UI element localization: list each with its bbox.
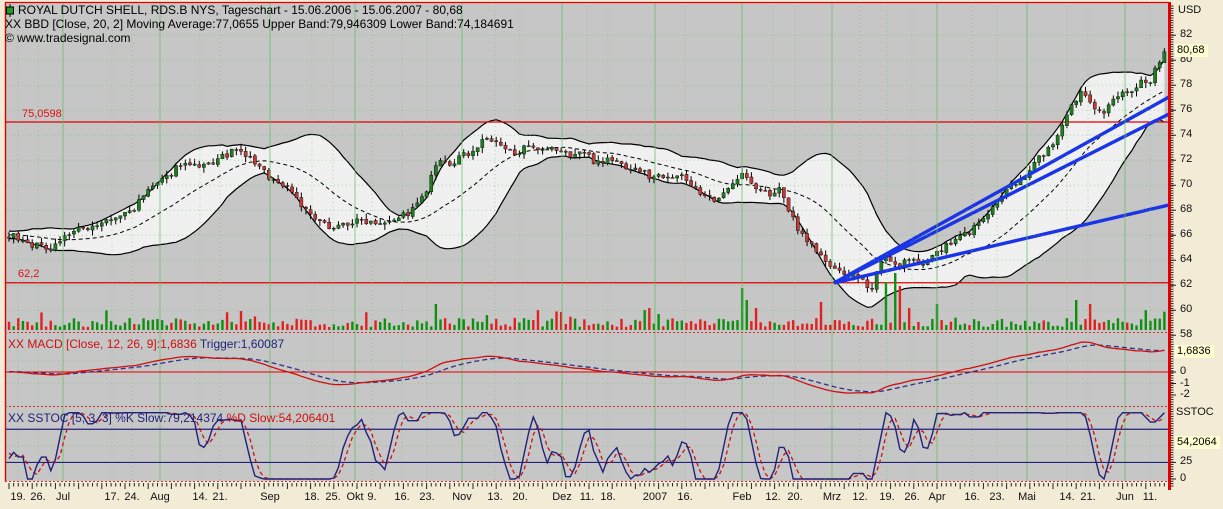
price-axis-label: 64 (1180, 253, 1192, 265)
sstoc-panel-header: XX SSTOC [5, 3, 3] %K Slow:79,214374 %D … (8, 411, 335, 425)
time-axis-label: 11. (580, 491, 594, 503)
time-axis-label: 23. (989, 491, 1004, 503)
level-line-label: 75,0598 (22, 108, 62, 120)
time-axis-label: 2007 (643, 491, 667, 503)
time-axis-label: Dez (552, 491, 572, 503)
time-axis-label: 16. (964, 491, 979, 503)
sstoc-axis-label: 25 (1180, 455, 1192, 467)
price-axis-label: 70 (1180, 178, 1192, 190)
sstoc-d-label: %D Slow:54,206401 (227, 411, 336, 425)
price-axis-label: 74 (1180, 128, 1192, 140)
time-axis-label: 21. (1080, 491, 1095, 503)
time-axis-label: 20. (512, 491, 527, 503)
macd-axis-label: -1 (1180, 377, 1190, 389)
time-axis-label: 23. (419, 491, 434, 503)
time-axis-label: Okt (346, 491, 363, 503)
time-axis-label: Mrz (823, 491, 841, 503)
time-axis-label: Aug (150, 491, 170, 503)
time-axis-label: 17. (104, 491, 119, 503)
price-axis-label: 66 (1180, 228, 1192, 240)
macd-value-badge: 1,6836 (1175, 345, 1214, 358)
price-axis-label: 58 (1180, 328, 1192, 340)
time-axis-label: 26. (30, 491, 45, 503)
time-axis-label: 14. (1059, 491, 1074, 503)
time-axis-label: 19. (10, 491, 25, 503)
level-line-label: 62,2 (18, 268, 39, 280)
chart-title: ROYAL DUTCH SHELL, RDS.B NYS, Tageschart… (18, 3, 463, 17)
last-price-badge: 80,68 (1175, 44, 1208, 57)
time-axis-label: Feb (733, 491, 752, 503)
copyright-label: © www.tradesignal.com (5, 31, 131, 45)
macd-axis-label: 0 (1180, 365, 1186, 377)
price-axis-label: 68 (1180, 203, 1192, 215)
time-axis-label: 14. (192, 491, 207, 503)
price-axis-label: 72 (1180, 153, 1192, 165)
price-axis[interactable]: USD8280787674727068666462605880,680-1-21… (1172, 0, 1223, 509)
time-axis-label: 12. (852, 491, 867, 503)
sstoc-k-label: XX SSTOC [5, 3, 3] %K Slow:79,214374 (8, 411, 223, 425)
macd-label: XX MACD [Close, 12, 26, 9]:1,6836 (8, 337, 197, 351)
time-axis-label: 21. (212, 491, 227, 503)
time-axis-label: 12. (765, 491, 780, 503)
price-axis-label: 78 (1180, 78, 1192, 90)
bbd-indicator-label: XX BBD [Close, 20, 2] Moving Average:77,… (5, 17, 514, 31)
time-axis-label: 18. (304, 491, 319, 503)
sstoc-axis-title: SSTOC (1176, 406, 1214, 418)
time-axis-label: Sep (260, 491, 280, 503)
time-axis-label: Mai (1018, 491, 1036, 503)
time-axis-label: 16. (677, 491, 692, 503)
instrument-icon (5, 4, 15, 17)
macd-panel-header: XX MACD [Close, 12, 26, 9]:1,6836 Trigge… (8, 337, 284, 351)
time-axis-label: 13. (487, 491, 502, 503)
macd-axis-label: -2 (1180, 388, 1190, 400)
chart-canvas[interactable] (0, 0, 1223, 509)
sstoc-axis-label: 0 (1180, 472, 1186, 484)
sstoc-value-badge: 54,2064 (1175, 436, 1220, 449)
time-axis-label: 9. (367, 491, 376, 503)
time-axis-label: 16. (394, 491, 409, 503)
price-axis-label: 76 (1180, 103, 1192, 115)
chart-window: ROYAL DUTCH SHELL, RDS.B NYS, Tageschart… (0, 0, 1223, 509)
price-axis-label: 82 (1180, 28, 1192, 40)
macd-trigger-label: Trigger:1,60087 (200, 337, 284, 351)
time-axis-label: 18. (600, 491, 615, 503)
time-axis-label: 24. (124, 491, 139, 503)
time-axis-label: Jun (1116, 491, 1134, 503)
time-axis-label: 19. (879, 491, 894, 503)
time-axis-label: Apr (928, 491, 945, 503)
time-axis-label: 25. (325, 491, 340, 503)
time-axis[interactable]: 19. 26. Jul 17. 24. Aug 14. 21. Sep 18. 25. Okt 9. 16… (0, 490, 1223, 509)
price-axis-label: 62 (1180, 278, 1192, 290)
price-axis-unit: USD (1178, 4, 1201, 16)
time-axis-label: 26. (904, 491, 919, 503)
price-axis-label: 60 (1180, 303, 1192, 315)
time-axis-label: 11. (1143, 491, 1157, 503)
time-axis-label: Jul (56, 491, 70, 503)
time-axis-label: 20. (787, 491, 802, 503)
time-axis-label: Nov (452, 491, 472, 503)
